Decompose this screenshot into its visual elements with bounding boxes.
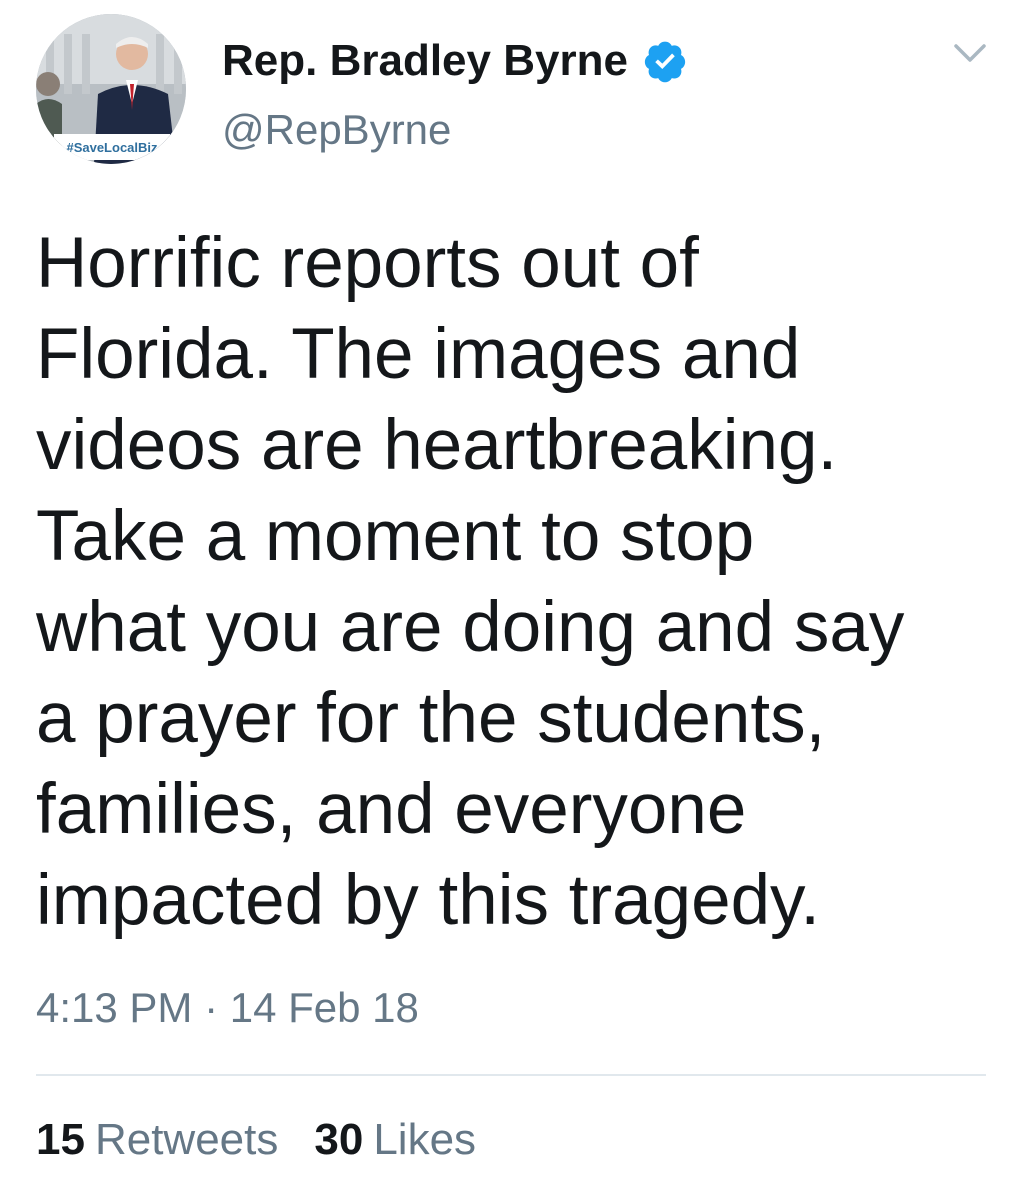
verified-badge-icon xyxy=(642,38,688,84)
tweet-text-line: impacted by this tragedy. xyxy=(36,861,821,940)
author-handle[interactable]: @RepByrne xyxy=(222,104,451,156)
tweet-text-line: Horrific reports out of xyxy=(36,224,699,303)
tweet-text-line: Take a moment to stop xyxy=(36,497,755,576)
avatar-sign-text: #SaveLocalBiz xyxy=(66,140,158,155)
tweet-text-line: videos are heartbreaking. xyxy=(36,406,838,485)
tweet-text: Horrific reports out of Florida. The ima… xyxy=(36,218,996,946)
tweet-stats: 15 Retweets 30 Likes xyxy=(36,1112,512,1168)
tweet-text-line: a prayer for the students, xyxy=(36,679,826,758)
retweets-label: Retweets xyxy=(94,1115,279,1164)
chevron-down-icon[interactable] xyxy=(952,40,988,68)
tweet-text-line: what you are doing and say xyxy=(36,588,905,667)
likes-stat[interactable]: 30 Likes xyxy=(314,1112,476,1168)
tweet-text-line: Florida. The images and xyxy=(36,315,801,394)
avatar[interactable]: #SaveLocalBiz xyxy=(36,14,186,164)
retweets-stat[interactable]: 15 Retweets xyxy=(36,1112,278,1168)
retweets-count: 15 xyxy=(36,1115,85,1164)
author-display-name[interactable]: Rep. Bradley Byrne xyxy=(222,34,628,88)
likes-label: Likes xyxy=(373,1115,477,1164)
tweet-timestamp[interactable]: 4:13 PM · 14 Feb 18 xyxy=(36,980,419,1036)
divider xyxy=(36,1074,986,1076)
tweet-text-line: families, and everyone xyxy=(36,770,747,849)
likes-count: 30 xyxy=(314,1115,364,1164)
author-name-row: Rep. Bradley Byrne xyxy=(222,34,688,88)
